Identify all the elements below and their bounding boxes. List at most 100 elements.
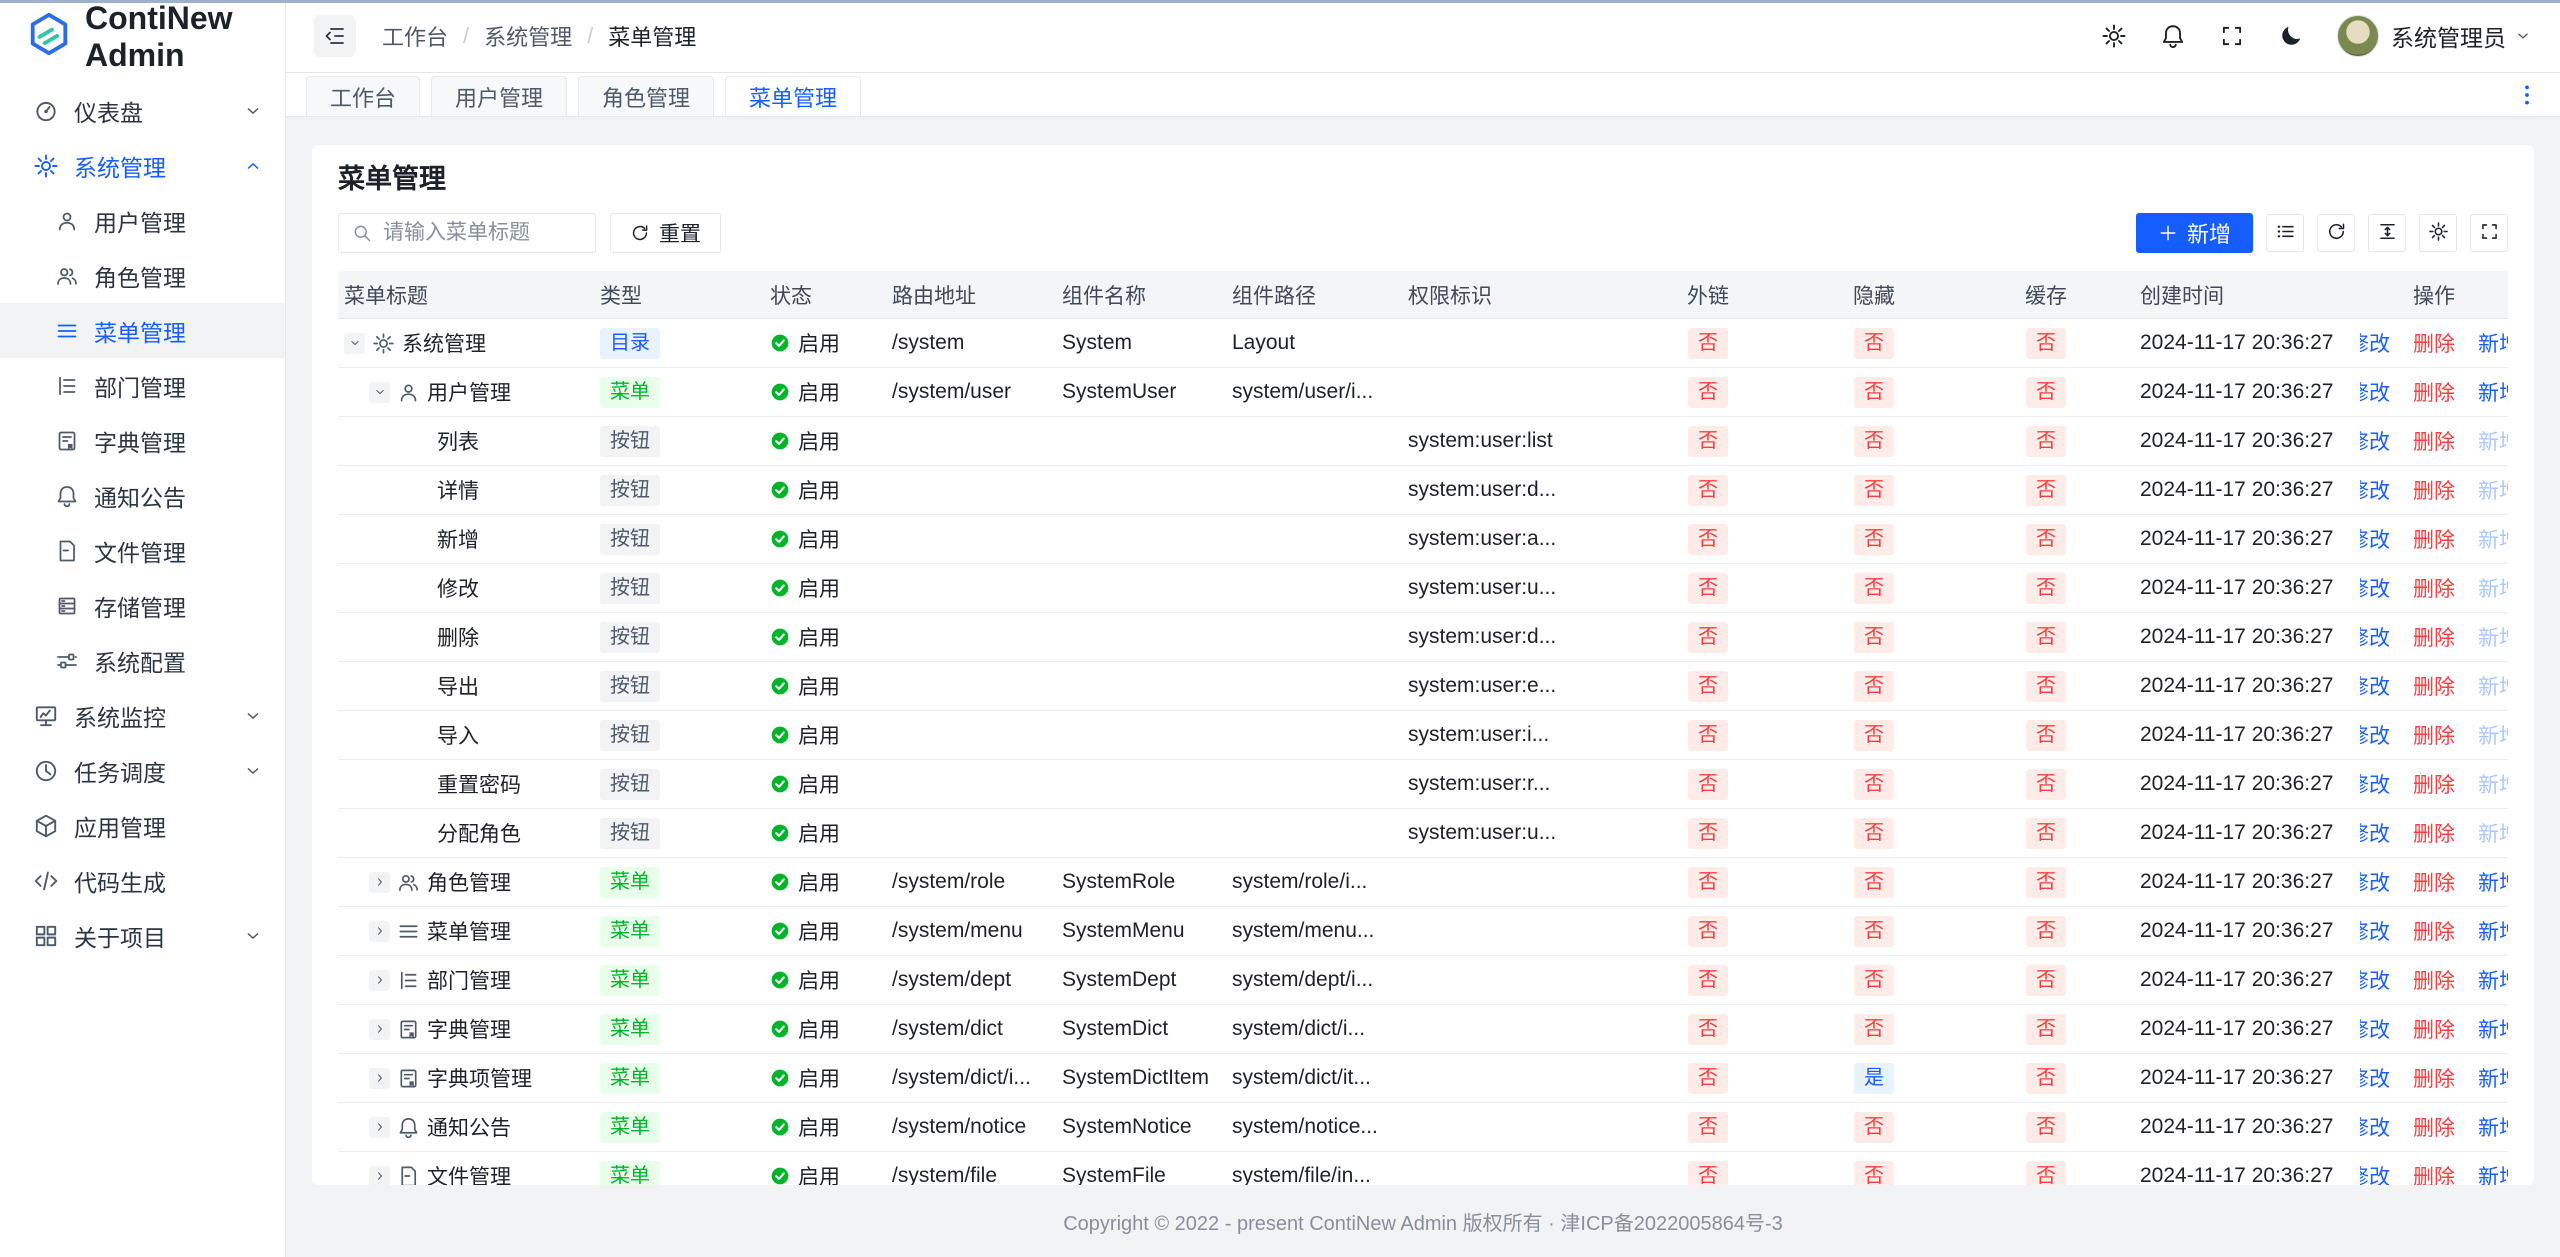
- add-child-link[interactable]: 新增: [2478, 1112, 2508, 1142]
- sidebar-collapse-button[interactable]: [314, 15, 356, 57]
- add-child-link[interactable]: 新增: [2478, 328, 2508, 358]
- expand-row-button[interactable]: [369, 1019, 390, 1040]
- cache-cell: 否: [1958, 1112, 2134, 1143]
- sidebar-item-system[interactable]: 系统管理: [0, 138, 285, 193]
- edit-link[interactable]: 修改: [2360, 573, 2390, 603]
- expand-row-button[interactable]: [369, 1068, 390, 1089]
- delete-link[interactable]: 删除: [2413, 426, 2455, 456]
- edit-link[interactable]: 修改: [2360, 524, 2390, 554]
- sidebar-item-app-mgmt[interactable]: 应用管理: [0, 798, 285, 853]
- tab-user-mgmt[interactable]: 用户管理: [431, 76, 567, 116]
- fullscreen-button[interactable]: [2470, 214, 2508, 252]
- add-button[interactable]: 新增: [2136, 213, 2253, 253]
- permission-cell: system:user:r...: [1402, 772, 1626, 796]
- sidebar-item-user-mgmt[interactable]: 用户管理: [0, 193, 285, 248]
- edit-link[interactable]: 修改: [2360, 867, 2390, 897]
- sidebar-item-dept-mgmt[interactable]: 部门管理: [0, 358, 285, 413]
- edit-link[interactable]: 修改: [2360, 475, 2390, 505]
- avatar[interactable]: [2337, 15, 2379, 57]
- sidebar-item-dashboard[interactable]: 仪表盘: [0, 83, 285, 138]
- delete-link[interactable]: 删除: [2413, 622, 2455, 652]
- moon-icon[interactable]: [2278, 23, 2304, 49]
- tab-menu-mgmt[interactable]: 菜单管理: [725, 76, 861, 116]
- sidebar-item-about[interactable]: 关于项目: [0, 908, 285, 963]
- actions-cell: 修改删除新增: [2360, 328, 2508, 358]
- delete-link[interactable]: 删除: [2413, 573, 2455, 603]
- edit-link[interactable]: 修改: [2360, 1063, 2390, 1093]
- chevron-down-icon: [2514, 27, 2532, 45]
- expand-row-button[interactable]: [369, 970, 390, 991]
- sidebar-item-monitor[interactable]: 系统监控: [0, 688, 285, 743]
- delete-link[interactable]: 删除: [2413, 818, 2455, 848]
- sidebar-item-role-mgmt[interactable]: 角色管理: [0, 248, 285, 303]
- edit-link[interactable]: 修改: [2360, 818, 2390, 848]
- gear-button[interactable]: [2419, 214, 2457, 252]
- delete-link[interactable]: 删除: [2413, 867, 2455, 897]
- external-tag: 否: [1688, 867, 1728, 898]
- line-height-button[interactable]: [2368, 214, 2406, 252]
- add-child-link[interactable]: 新增: [2478, 1063, 2508, 1093]
- user-menu[interactable]: 系统管理员: [2337, 15, 2532, 57]
- edit-link[interactable]: 修改: [2360, 671, 2390, 701]
- tab-options-icon[interactable]: [2514, 82, 2540, 108]
- sidebar-item-system-config[interactable]: 系统配置: [0, 633, 285, 688]
- add-child-link[interactable]: 新增: [2478, 1161, 2508, 1185]
- edit-link[interactable]: 修改: [2360, 1161, 2390, 1185]
- expand-row-button[interactable]: [369, 1117, 390, 1138]
- sidebar-item-schedule[interactable]: 任务调度: [0, 743, 285, 798]
- edit-link[interactable]: 修改: [2360, 1014, 2390, 1044]
- edit-link[interactable]: 修改: [2360, 965, 2390, 995]
- sidebar-item-file-mgmt[interactable]: 文件管理: [0, 523, 285, 578]
- collapse-row-button[interactable]: [344, 333, 365, 354]
- settings-icon[interactable]: [2101, 23, 2127, 49]
- edit-link[interactable]: 修改: [2360, 720, 2390, 750]
- breadcrumb-item[interactable]: 工作台: [382, 20, 448, 52]
- list-button[interactable]: [2266, 214, 2304, 252]
- delete-link[interactable]: 删除: [2413, 377, 2455, 407]
- search-input[interactable]: [381, 220, 582, 246]
- delete-link[interactable]: 删除: [2413, 769, 2455, 799]
- expand-row-button[interactable]: [369, 1166, 390, 1186]
- add-child-link[interactable]: 新增: [2478, 916, 2508, 946]
- delete-link[interactable]: 删除: [2413, 671, 2455, 701]
- edit-link[interactable]: 修改: [2360, 769, 2390, 799]
- edit-link[interactable]: 修改: [2360, 916, 2390, 946]
- delete-link[interactable]: 删除: [2413, 1112, 2455, 1142]
- edit-link[interactable]: 修改: [2360, 426, 2390, 456]
- expand-row-button[interactable]: [369, 921, 390, 942]
- add-child-link[interactable]: 新增: [2478, 965, 2508, 995]
- sidebar-item-codegen[interactable]: 代码生成: [0, 853, 285, 908]
- delete-link[interactable]: 删除: [2413, 475, 2455, 505]
- breadcrumb-item[interactable]: 系统管理: [484, 20, 572, 52]
- bell-icon[interactable]: [2160, 23, 2186, 49]
- delete-link[interactable]: 删除: [2413, 720, 2455, 750]
- tab-role-mgmt[interactable]: 角色管理: [578, 76, 714, 116]
- delete-link[interactable]: 删除: [2413, 1063, 2455, 1093]
- external-tag: 否: [1688, 524, 1728, 555]
- delete-link[interactable]: 删除: [2413, 965, 2455, 995]
- delete-link[interactable]: 删除: [2413, 328, 2455, 358]
- edit-link[interactable]: 修改: [2360, 622, 2390, 652]
- add-child-link[interactable]: 新增: [2478, 867, 2508, 897]
- fullscreen-icon[interactable]: [2219, 23, 2245, 49]
- add-child-link[interactable]: 新增: [2478, 1014, 2508, 1044]
- edit-link[interactable]: 修改: [2360, 377, 2390, 407]
- add-child-link[interactable]: 新增: [2478, 377, 2508, 407]
- collapse-row-button[interactable]: [369, 382, 390, 403]
- delete-link[interactable]: 删除: [2413, 916, 2455, 946]
- sidebar-item-storage-mgmt[interactable]: 存储管理: [0, 578, 285, 633]
- refresh-button[interactable]: [2317, 214, 2355, 252]
- reset-button[interactable]: 重置: [610, 213, 721, 253]
- expand-row-button[interactable]: [369, 872, 390, 893]
- logo[interactable]: ContiNew Admin: [0, 0, 285, 73]
- sidebar-item-dict-mgmt[interactable]: 字典管理: [0, 413, 285, 468]
- edit-link[interactable]: 修改: [2360, 1112, 2390, 1142]
- route-cell: /system/user: [886, 380, 1056, 404]
- edit-link[interactable]: 修改: [2360, 328, 2390, 358]
- delete-link[interactable]: 删除: [2413, 524, 2455, 554]
- tab-workplace[interactable]: 工作台: [306, 76, 420, 116]
- delete-link[interactable]: 删除: [2413, 1014, 2455, 1044]
- delete-link[interactable]: 删除: [2413, 1161, 2455, 1185]
- sidebar-item-menu-mgmt[interactable]: 菜单管理: [0, 303, 285, 358]
- sidebar-item-notice[interactable]: 通知公告: [0, 468, 285, 523]
